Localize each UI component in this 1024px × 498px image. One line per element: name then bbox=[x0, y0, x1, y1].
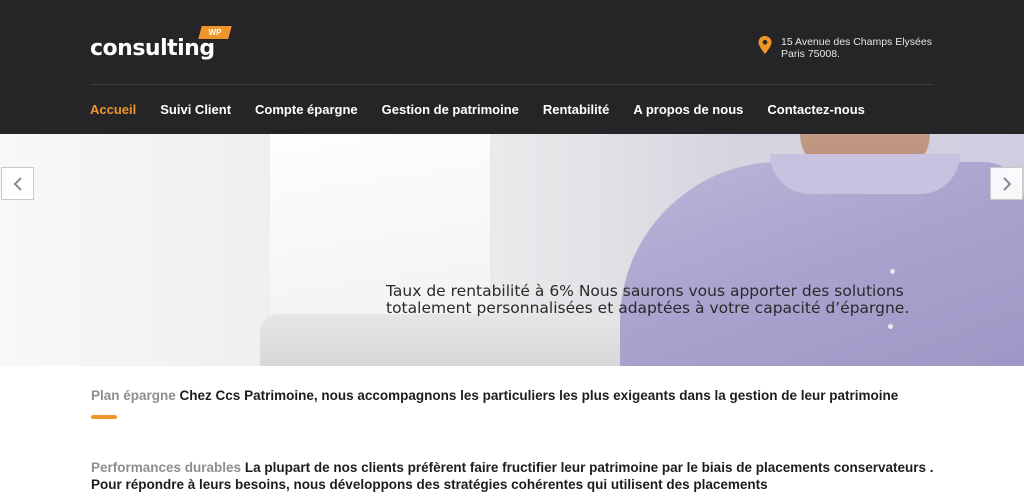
nav-item-contact[interactable]: Contactez-nous bbox=[767, 101, 865, 119]
nav-item-suivi-client[interactable]: Suivi Client bbox=[160, 101, 231, 119]
accent-bar bbox=[91, 415, 117, 419]
logo-badge-text: WP bbox=[208, 28, 222, 37]
feature-plan-epargne: Plan épargne Chez Ccs Patrimoine, nous a… bbox=[91, 387, 951, 404]
nav-item-a-propos[interactable]: A propos de nous bbox=[633, 101, 743, 119]
address-block: 15 Avenue des Champs Elysées Paris 75008… bbox=[758, 36, 958, 64]
address-line-2: Paris 75008. bbox=[781, 48, 840, 60]
map-pin-icon bbox=[758, 36, 772, 54]
logo[interactable]: consulting WP bbox=[90, 26, 240, 66]
slider-prev-button[interactable] bbox=[1, 167, 34, 200]
chevron-right-icon bbox=[1003, 177, 1012, 191]
feature-label: Performances durables bbox=[91, 460, 242, 475]
address-line-1: 15 Avenue des Champs Elysées bbox=[781, 36, 932, 48]
hero-slider bbox=[0, 134, 1024, 366]
nav-item-rentabilite[interactable]: Rentabilité bbox=[543, 101, 609, 119]
hero-background-window bbox=[0, 134, 270, 366]
main-nav: Accueil Suivi Client Compte épargne Gest… bbox=[90, 101, 889, 119]
feature-performances: Performances durables La plupart de nos … bbox=[91, 459, 951, 493]
nav-item-accueil[interactable]: Accueil bbox=[90, 101, 136, 119]
feature-text: Chez Ccs Patrimoine, nous accompagnons l… bbox=[179, 388, 899, 403]
feature-label: Plan épargne bbox=[91, 388, 176, 403]
hero-background-sofa bbox=[260, 314, 640, 366]
logo-badge: WP bbox=[198, 26, 232, 39]
shirt-button bbox=[890, 269, 895, 274]
nav-item-compte-epargne[interactable]: Compte épargne bbox=[255, 101, 358, 119]
site-header: consulting WP 15 Avenue des Champs Elysé… bbox=[0, 0, 1024, 134]
header-divider bbox=[90, 84, 934, 85]
slider-next-button[interactable] bbox=[990, 167, 1023, 200]
hero-caption-line-2: totalement personnalisées et adaptées à … bbox=[386, 299, 910, 317]
hero-person-collar bbox=[770, 154, 960, 194]
chevron-left-icon bbox=[13, 177, 22, 191]
hero-caption-line-1: Taux de rentabilité à 6% Nous saurons vo… bbox=[386, 282, 904, 300]
logo-text: consulting bbox=[90, 36, 215, 61]
shirt-button bbox=[888, 324, 893, 329]
nav-item-gestion-patrimoine[interactable]: Gestion de patrimoine bbox=[382, 101, 519, 119]
hero-caption: Taux de rentabilité à 6% Nous saurons vo… bbox=[386, 283, 966, 317]
